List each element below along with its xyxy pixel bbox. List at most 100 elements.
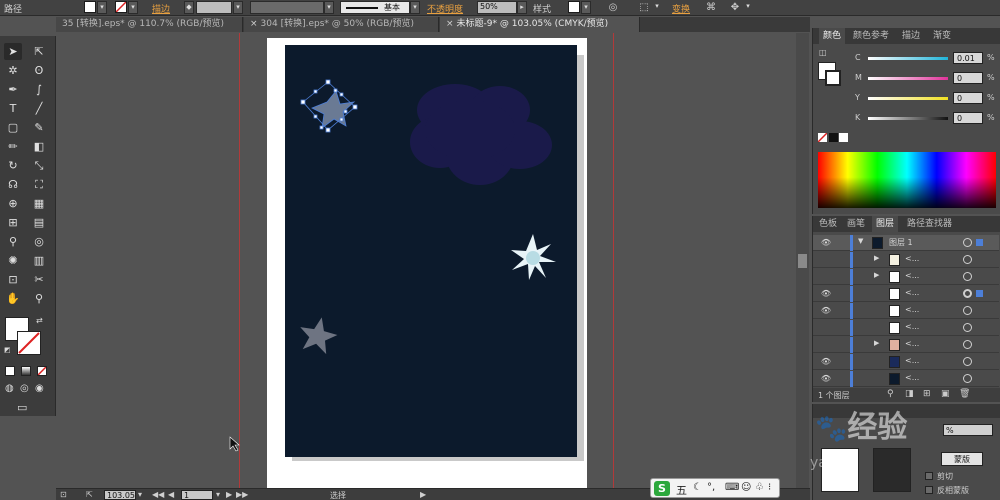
soft-keyboard-icon[interactable]: ⌨: [725, 482, 739, 493]
cloud-shape[interactable]: [410, 84, 552, 185]
black-slider[interactable]: [868, 117, 948, 120]
slider-label-m: M: [855, 73, 862, 82]
expand-triangle-icon[interactable]: ▶: [874, 254, 879, 262]
tab-layers[interactable]: 图层: [872, 216, 899, 232]
visibility-eye-icon[interactable]: 👁: [819, 288, 833, 300]
ime-toolbar: S 五 ☾ °, ⌨ ☺ ♧ ⁝: [650, 478, 780, 498]
layer-target-icon[interactable]: [963, 255, 972, 264]
layer-target-icon[interactable]: [963, 238, 972, 247]
ime-mode-label[interactable]: 五: [676, 482, 687, 498]
layer-target-icon[interactable]: [963, 374, 972, 383]
sublayer-row[interactable]: 👁 <...: [813, 371, 999, 387]
layer-target-icon[interactable]: [963, 272, 972, 281]
white-color-chip[interactable]: [839, 133, 848, 142]
expand-triangle-icon[interactable]: ▼: [858, 237, 863, 245]
layer-target-icon[interactable]: [963, 340, 972, 349]
tab-stroke[interactable]: 描边: [898, 28, 924, 44]
tab-color[interactable]: 颜色: [819, 28, 846, 44]
sublayer-row[interactable]: 👁 <...: [813, 354, 999, 370]
sparkle-star[interactable]: [511, 234, 556, 280]
visibility-eye-icon[interactable]: 👁: [819, 237, 833, 249]
sublayer-row[interactable]: ▶ <...: [813, 252, 999, 268]
new-layer-icon[interactable]: ▣: [941, 389, 950, 399]
layer-thumbnail: [889, 322, 900, 334]
clip-checkbox[interactable]: [925, 472, 933, 480]
small-fill-stroke-icon[interactable]: ◫: [819, 48, 827, 57]
layer-target-icon[interactable]: [963, 357, 972, 366]
punctuation-icon[interactable]: °,: [707, 482, 715, 493]
tab-pathfinder[interactable]: 路径查找器: [903, 216, 956, 232]
new-sublayer-icon[interactable]: ⊞: [923, 389, 931, 399]
layer-row-main[interactable]: 👁 ▼ 图层 1: [813, 235, 999, 251]
layer-thumbnail: [889, 339, 900, 351]
shirt-icon[interactable]: ♧: [755, 482, 764, 493]
panel-stroke-swatch[interactable]: [825, 70, 841, 86]
magenta-value-input[interactable]: 0: [953, 72, 983, 84]
slider-label-c: C: [855, 53, 861, 62]
black-color-chip[interactable]: [829, 133, 838, 142]
first-artboard-icon[interactable]: ◀◀: [152, 490, 164, 499]
opacity-field[interactable]: %: [943, 424, 993, 436]
ime-logo[interactable]: S: [654, 481, 670, 496]
zoom-dropdown[interactable]: ▾: [138, 490, 142, 499]
visibility-eye-icon[interactable]: 👁: [819, 356, 833, 368]
invert-mask-checkbox[interactable]: [925, 486, 933, 494]
visibility-eye-icon[interactable]: 👁: [819, 305, 833, 317]
mask-thumbnail[interactable]: [873, 448, 911, 492]
sublayer-row[interactable]: <...: [813, 320, 999, 336]
color-panel-tabs: 颜色 颜色参考 描边 渐变: [813, 28, 1000, 44]
artboard-nav-icon[interactable]: ⊡: [60, 490, 67, 499]
yellow-slider[interactable]: [868, 97, 948, 100]
black-value-input[interactable]: 0: [953, 112, 983, 124]
sublayer-row[interactable]: 👁 <...: [813, 303, 999, 319]
tab-brushes[interactable]: 画笔: [843, 216, 869, 232]
status-menu-arrow[interactable]: ▶: [420, 490, 426, 499]
tab-gradient[interactable]: 渐变: [929, 28, 955, 44]
yellow-value-input[interactable]: 0: [953, 92, 983, 104]
expand-triangle-icon[interactable]: ▶: [874, 271, 879, 279]
color-spectrum[interactable]: [818, 152, 996, 208]
selected-star[interactable]: [300, 79, 358, 133]
layer-target-icon[interactable]: [963, 289, 972, 298]
invert-mask-label: 反相蒙版: [937, 486, 969, 495]
prev-artboard-icon[interactable]: ◀: [168, 490, 174, 499]
zoom-level-field[interactable]: 103.05: [104, 490, 136, 500]
watermark-logo: 🐾经验: [815, 410, 908, 445]
watermark-url: yan.: [810, 455, 841, 471]
next-artboard-icon[interactable]: ▶: [226, 490, 232, 499]
export-icon[interactable]: ⇱: [86, 490, 93, 499]
sublayer-row[interactable]: ▶ <...: [813, 337, 999, 353]
cyan-value-input[interactable]: 0.01: [953, 52, 983, 64]
locate-object-icon[interactable]: ⚲: [887, 389, 894, 399]
last-artboard-icon[interactable]: ▶▶: [236, 490, 248, 499]
selection-indicator[interactable]: [976, 239, 983, 246]
sublayer-row[interactable]: 👁 <...: [813, 286, 999, 302]
layers-panel-tabs: 色板 画笔 图层 路径查找器: [813, 216, 1000, 232]
cyan-slider[interactable]: [868, 57, 948, 60]
vertical-scroll-thumb[interactable]: [798, 254, 807, 268]
paw-icon: 🐾: [815, 414, 848, 444]
layer-target-icon[interactable]: [963, 306, 972, 315]
user-icon[interactable]: ☺: [741, 482, 751, 493]
delete-layer-icon[interactable]: 🗑: [959, 389, 970, 399]
visibility-eye-icon[interactable]: 👁: [819, 373, 833, 385]
magenta-slider[interactable]: [868, 77, 948, 80]
clipping-mask-icon[interactable]: ◨: [905, 389, 914, 399]
make-mask-button[interactable]: 蒙版: [941, 452, 983, 466]
tab-color-guide[interactable]: 颜色参考: [849, 28, 893, 44]
layer-target-icon[interactable]: [963, 323, 972, 332]
none-color-chip[interactable]: [818, 133, 827, 142]
sublayer-row[interactable]: ▶ <...: [813, 269, 999, 285]
artboard-number-field[interactable]: 1: [181, 490, 213, 500]
expand-triangle-icon[interactable]: ▶: [874, 339, 879, 347]
selection-indicator[interactable]: [976, 290, 983, 297]
tab-swatches[interactable]: 色板: [815, 216, 841, 232]
moon-icon[interactable]: ☾: [693, 482, 702, 493]
clip-label: 剪切: [937, 472, 953, 481]
artboard-dropdown[interactable]: ▾: [216, 490, 220, 499]
gray-star[interactable]: [296, 313, 340, 355]
layer-thumbnail: [889, 288, 900, 300]
layer-name[interactable]: 图层 1: [889, 237, 913, 248]
layer-thumbnail: [872, 237, 883, 249]
grid-icon[interactable]: ⁝: [768, 482, 771, 493]
